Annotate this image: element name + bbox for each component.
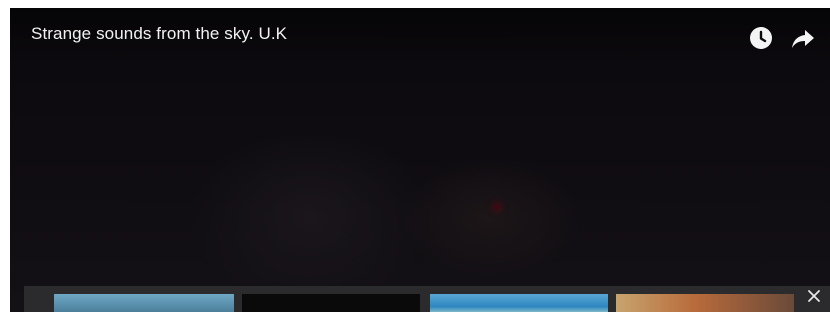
share-arrow-icon[interactable] [791,26,815,50]
video-thumbnail-4[interactable] [616,294,794,312]
clock-icon[interactable] [749,26,773,50]
video-thumbnail-2[interactable] [242,294,420,312]
video-title[interactable]: Strange sounds from the sky. U.K [31,24,287,44]
video-player[interactable]: Strange sounds from the sky. U.K [10,8,830,312]
close-icon[interactable] [807,289,821,303]
video-thumbnail-1[interactable] [54,294,234,312]
red-light-spot [494,204,500,210]
video-thumbnail-3[interactable] [430,294,608,312]
